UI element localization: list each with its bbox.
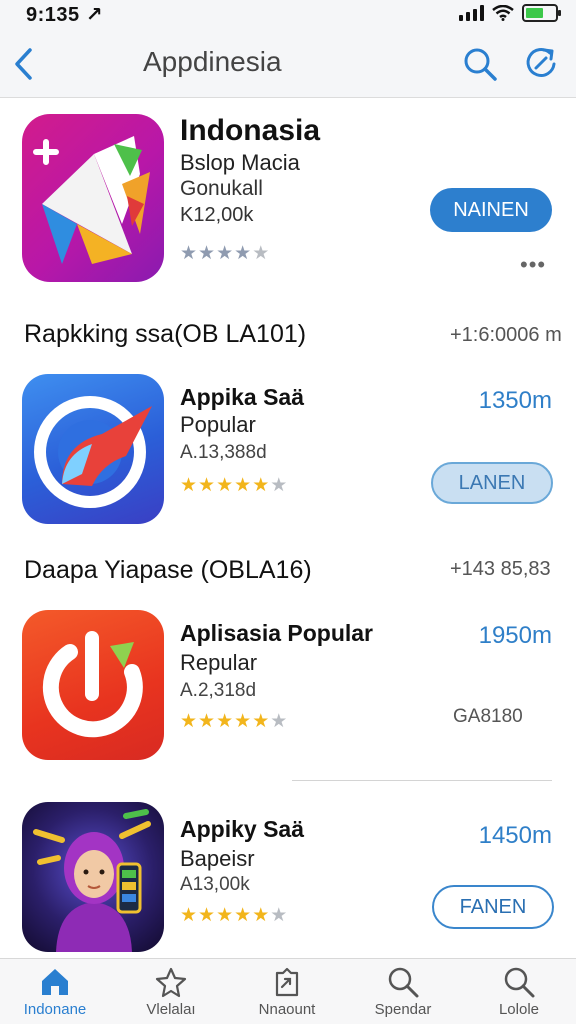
app-version: A13,00k <box>180 874 250 895</box>
app-category: Popular <box>180 412 256 437</box>
tab-search[interactable]: Spendar <box>348 965 458 1018</box>
tab-profile[interactable]: Lolole <box>464 965 574 1018</box>
star-icon <box>155 967 187 998</box>
search-icon <box>504 967 535 998</box>
app-rating-stars: ★ ★ ★ ★ ★ ★ <box>180 475 288 496</box>
section-title: Rapkking ssa(OB LA101) <box>24 320 307 348</box>
app-icon[interactable] <box>22 802 164 952</box>
featured-app-icon[interactable] <box>22 114 164 282</box>
tab-label: Vlelalaı <box>146 1001 196 1018</box>
featured-app-title: Indonasia <box>180 114 321 147</box>
app-install-button[interactable]: FANEN <box>432 885 554 929</box>
tab-label: Spendar <box>374 1001 432 1018</box>
app-rating-stars: ★ ★ ★ ★ ★ ★ <box>180 905 288 926</box>
app-name: Appika Saä <box>180 384 304 410</box>
app-size: 1950m <box>478 622 552 649</box>
signal-icon <box>459 5 484 21</box>
app-rating-stars: ★ ★ ★ ★ ★ ★ <box>180 711 288 732</box>
home-icon <box>42 969 68 995</box>
app-size: 1350m <box>478 387 552 414</box>
nav-bar: Appdinesia <box>0 30 576 98</box>
status-time: 9:135 ↗ <box>26 4 103 26</box>
app-name: Appiky Saä <box>180 816 304 842</box>
app-category: Repular <box>180 650 258 675</box>
tab-label: Lolole <box>498 1001 540 1018</box>
app-size: 1450m <box>478 822 552 849</box>
tab-bar: Indonane Vlelalaı Nnaount Spendar Lolole <box>0 958 576 1024</box>
tab-label: Nnaount <box>258 1001 316 1018</box>
back-chevron-icon[interactable] <box>8 44 40 84</box>
app-version: A.13,388d <box>180 442 267 463</box>
more-options-icon[interactable]: ••• <box>520 252 546 278</box>
status-icons <box>459 4 561 22</box>
featured-get-button[interactable]: NAINEN <box>430 188 552 232</box>
battery-icon <box>522 4 561 22</box>
app-status-label: GA8180 <box>453 706 523 727</box>
section-meta: +143 85,83 <box>450 558 551 580</box>
tab-home[interactable]: Indonane <box>0 965 110 1018</box>
featured-rating-stars: ★ ★ ★ ★ ★ <box>180 243 270 264</box>
featured-app-subtitle: Bslop Macia <box>180 150 300 175</box>
search-icon <box>388 967 419 998</box>
search-icon[interactable] <box>462 46 498 82</box>
update-box-icon <box>275 967 299 997</box>
status-bar: 9:135 ↗ <box>0 0 576 30</box>
tab-featured[interactable]: Vlelalaı <box>116 965 226 1018</box>
section-title: Daapa Yiapase (OBLA16) <box>24 556 312 584</box>
app-install-button[interactable]: LANEN <box>431 462 553 504</box>
app-icon[interactable] <box>22 610 164 760</box>
tab-updates[interactable]: Nnaount <box>232 965 342 1018</box>
tab-label: Indonane <box>23 1001 87 1018</box>
section-meta: +1:6:0006 m <box>450 324 562 346</box>
app-name: Aplisasia Popular <box>180 620 374 646</box>
featured-app-price: K12,00k <box>180 204 254 226</box>
wifi-icon <box>492 5 514 21</box>
app-version: A.2,318d <box>180 680 257 701</box>
page-title: Appdinesia <box>143 46 282 77</box>
app-icon[interactable] <box>22 374 164 524</box>
divider <box>292 780 552 781</box>
featured-app-category: Gonukall <box>180 177 263 200</box>
refresh-icon[interactable] <box>524 46 558 80</box>
app-category: Bapeisr <box>180 846 255 871</box>
